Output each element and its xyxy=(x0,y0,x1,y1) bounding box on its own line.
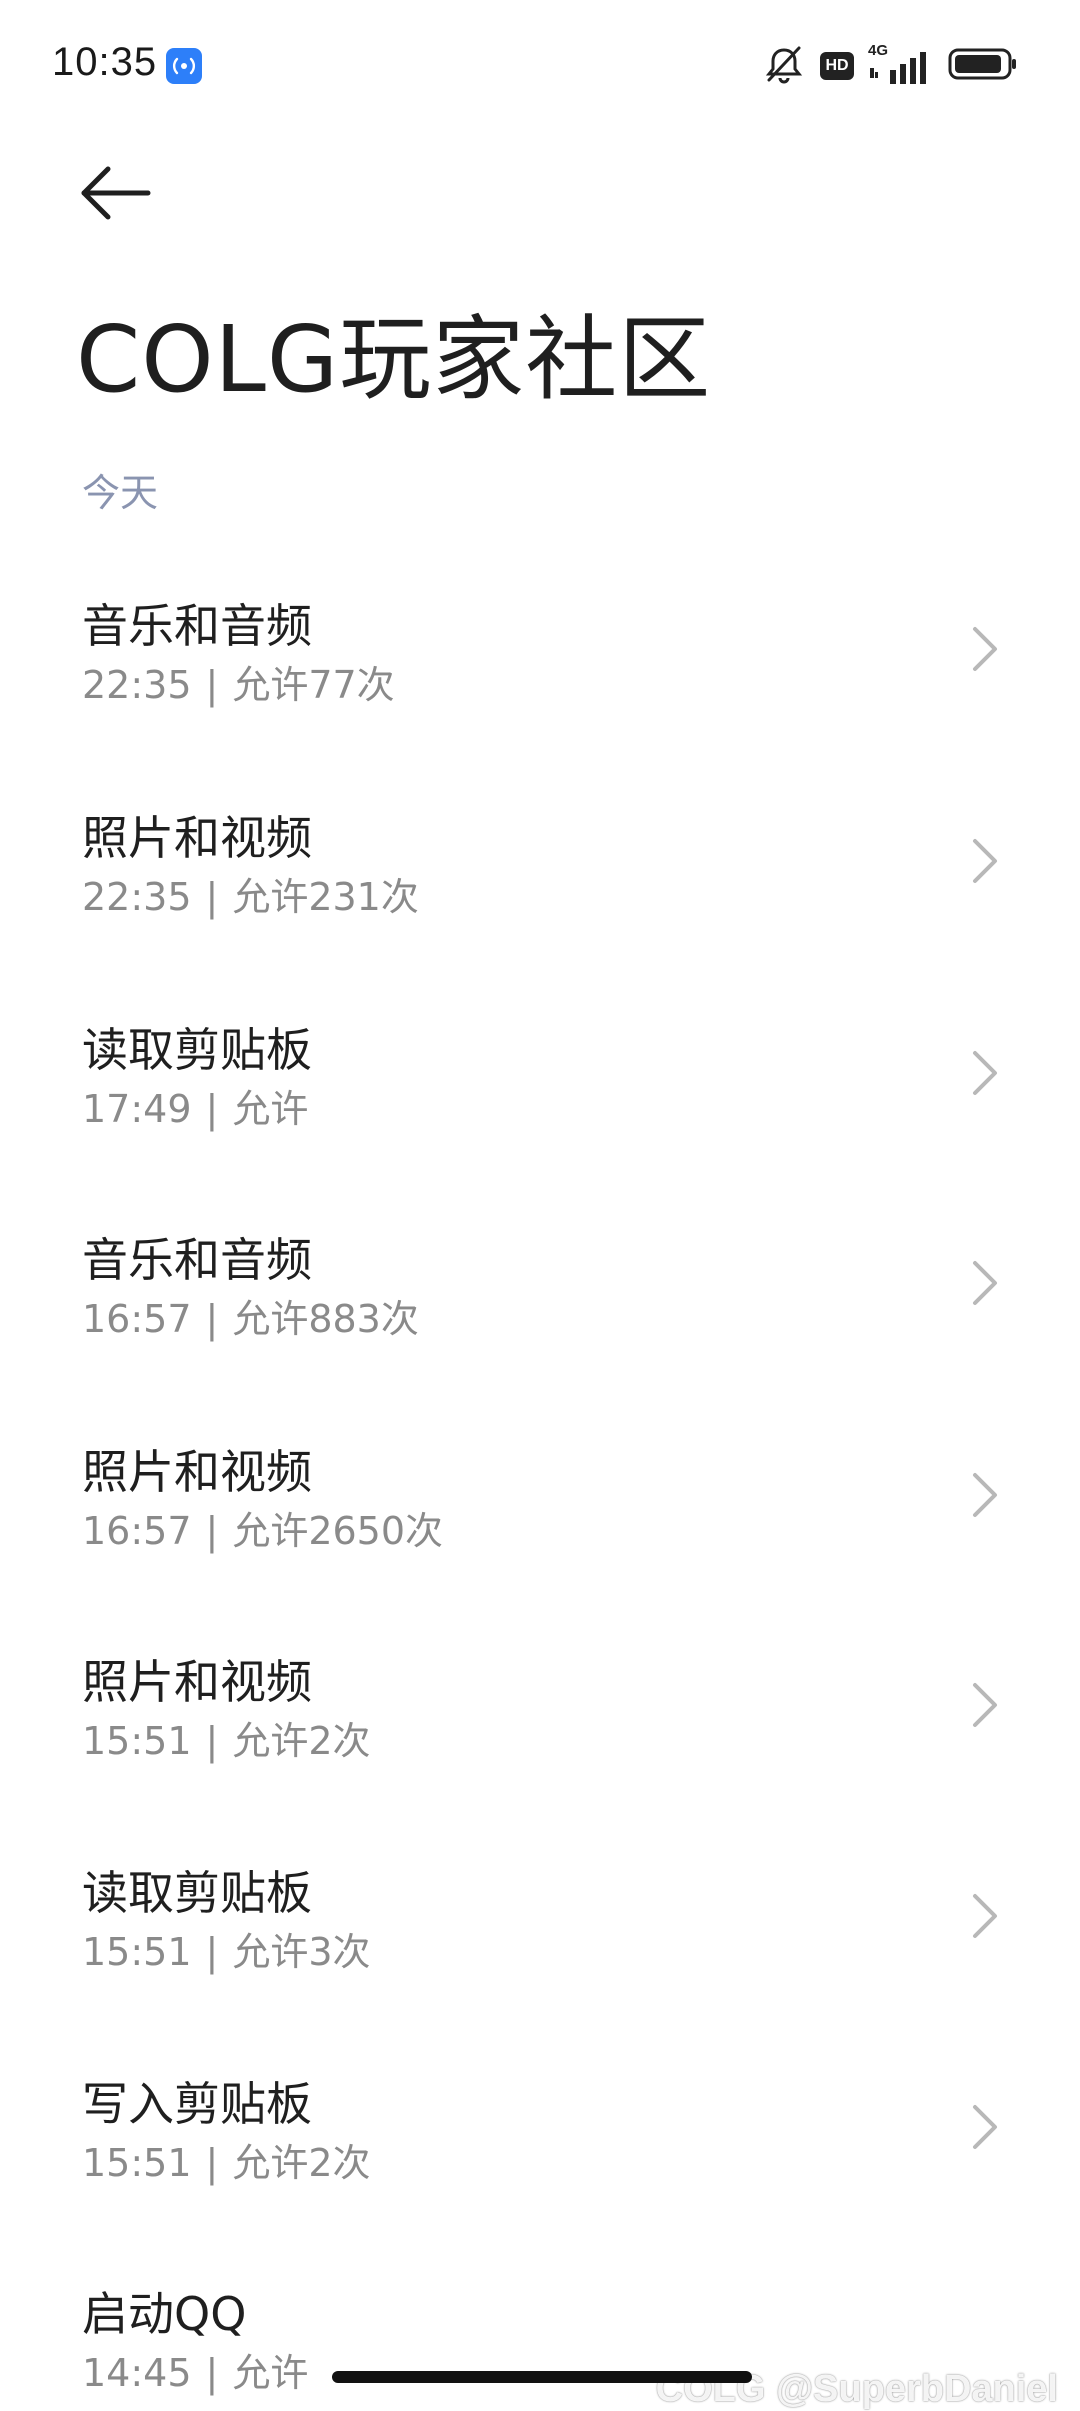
record-separator: | xyxy=(205,1930,219,1974)
record-separator: | xyxy=(205,1719,219,1763)
record-time: 14:45 xyxy=(82,2351,192,2395)
record-separator: | xyxy=(205,1509,219,1553)
record-subtitle: 22:35 | 允许231次 xyxy=(82,866,419,921)
record-status: 允许2650次 xyxy=(232,1509,444,1553)
record-subtitle: 16:57 | 允许2650次 xyxy=(82,1500,443,1555)
chevron-right-icon xyxy=(970,836,1000,886)
record-title: 照片和视频 xyxy=(82,1445,312,1499)
record-status: 允许231次 xyxy=(232,875,419,919)
record-subtitle: 15:51 | 允许2次 xyxy=(82,2132,371,2187)
record-title: 照片和视频 xyxy=(82,811,312,865)
list-item[interactable]: 音乐和音频 16:57 | 允许883次 xyxy=(0,1224,1080,1394)
record-status: 允许2次 xyxy=(232,1719,371,1763)
record-time: 16:57 xyxy=(82,1297,192,1341)
section-label-today: 今天 xyxy=(82,471,159,515)
record-separator: | xyxy=(205,875,219,919)
list-item[interactable]: 写入剪贴板 15:51 | 允许2次 xyxy=(0,2068,1080,2238)
record-status: 允许 xyxy=(232,2351,309,2395)
record-subtitle: 15:51 | 允许2次 xyxy=(82,1710,371,1765)
list-item[interactable]: 照片和视频 15:51 | 允许2次 xyxy=(0,1646,1080,1816)
record-time: 17:49 xyxy=(82,1087,192,1131)
chevron-right-icon xyxy=(970,1891,1000,1941)
list-item[interactable]: 照片和视频 16:57 | 允许2650次 xyxy=(0,1436,1080,1606)
list-item[interactable]: 读取剪贴板 17:49 | 允许 xyxy=(0,1014,1080,1184)
record-status: 允许883次 xyxy=(232,1297,419,1341)
chevron-right-icon xyxy=(970,1680,1000,1730)
record-separator: | xyxy=(205,1297,219,1341)
record-title: 启动QQ xyxy=(82,2287,247,2341)
record-time: 15:51 xyxy=(82,1719,192,1763)
record-time: 15:51 xyxy=(82,1930,192,1974)
back-button[interactable] xyxy=(78,160,158,230)
record-subtitle: 17:49 | 允许 xyxy=(82,1078,308,1133)
record-time: 15:51 xyxy=(82,2141,192,2185)
record-separator: | xyxy=(205,2351,219,2395)
status-time: 10:35 xyxy=(52,40,158,84)
arrow-left-icon xyxy=(78,166,158,234)
record-subtitle: 14:45 | 允许 xyxy=(82,2342,308,2397)
record-status: 允许77次 xyxy=(232,663,395,707)
chevron-right-icon xyxy=(970,624,1000,674)
record-separator: | xyxy=(205,2141,219,2185)
chevron-right-icon xyxy=(970,1470,1000,1520)
record-title: 照片和视频 xyxy=(82,1655,312,1709)
record-title: 音乐和音频 xyxy=(82,599,312,653)
hd-badge: HD xyxy=(820,52,854,80)
home-indicator[interactable] xyxy=(332,2371,752,2383)
record-status: 允许3次 xyxy=(232,1930,371,1974)
4g-signal-icon: 4G xyxy=(868,42,934,86)
chevron-right-icon xyxy=(970,1258,1000,1308)
record-title: 读取剪贴板 xyxy=(82,1023,312,1077)
chevron-right-icon xyxy=(970,2102,1000,2152)
battery-icon xyxy=(948,47,1018,85)
record-subtitle: 15:51 | 允许3次 xyxy=(82,1921,371,1976)
chevron-right-icon xyxy=(970,1048,1000,1098)
list-item[interactable]: 照片和视频 22:35 | 允许231次 xyxy=(0,802,1080,972)
record-time: 16:57 xyxy=(82,1509,192,1553)
status-bar: 10:35 HD 4G xyxy=(0,0,1080,130)
record-subtitle: 16:57 | 允许883次 xyxy=(82,1288,419,1343)
screen-cast-icon xyxy=(166,48,202,84)
record-time: 22:35 xyxy=(82,875,192,919)
record-status: 允许2次 xyxy=(232,2141,371,2185)
record-subtitle: 22:35 | 允许77次 xyxy=(82,654,395,709)
record-title: 音乐和音频 xyxy=(82,1233,312,1287)
record-title: 写入剪贴板 xyxy=(82,2077,312,2131)
page-title: COLG玩家社区 xyxy=(76,306,712,413)
mute-bell-icon xyxy=(762,42,806,90)
record-separator: | xyxy=(205,1087,219,1131)
record-time: 22:35 xyxy=(82,663,192,707)
record-title: 读取剪贴板 xyxy=(82,1866,312,1920)
list-item[interactable]: 读取剪贴板 15:51 | 允许3次 xyxy=(0,1857,1080,2027)
list-item[interactable]: 音乐和音频 22:35 | 允许77次 xyxy=(0,590,1080,760)
record-separator: | xyxy=(205,663,219,707)
status-icons: HD 4G xyxy=(762,42,1018,90)
record-status: 允许 xyxy=(232,1087,309,1131)
